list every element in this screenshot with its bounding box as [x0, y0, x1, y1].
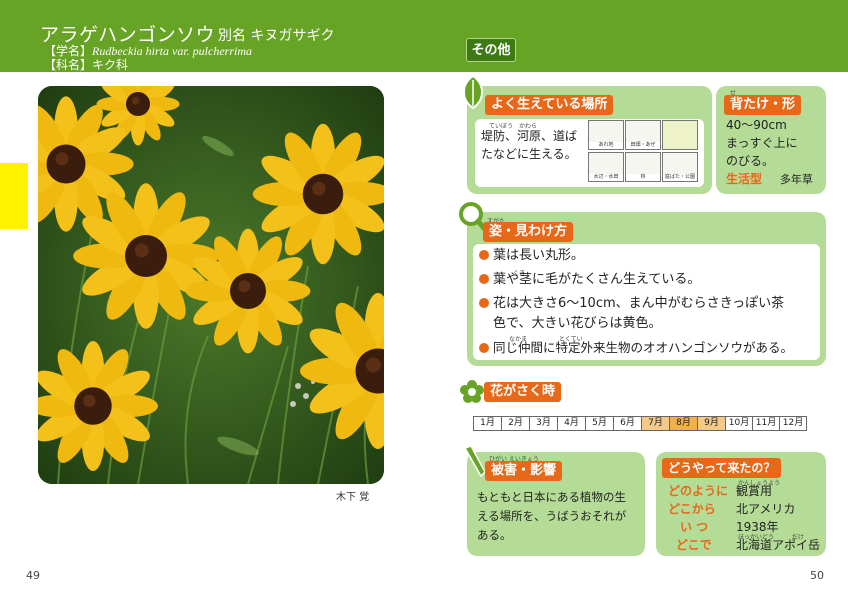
month-cell: 4月: [557, 416, 586, 431]
month-cell: 3月: [529, 416, 558, 431]
flower-photo: [38, 86, 384, 484]
origin-value: 北アメリカ: [736, 502, 796, 516]
month-cell: 11月: [752, 416, 780, 431]
flower-icon: [460, 380, 484, 403]
identify-bullet: 葉や茎に毛がたくさん生えている。: [479, 270, 700, 290]
month-cell-bloom: 8月: [669, 416, 698, 431]
habitat-icon-park: 庭ばた・公園: [662, 152, 698, 182]
habitat-icon-waterside: 水辺・水田: [588, 152, 624, 182]
origin-label: どうやって来たの？: [662, 458, 782, 478]
damage-box: ひがい えいきょう 被害・影響 もともと日本にある植物の生 える場所を、うばうお…: [463, 445, 645, 556]
height-content: 40〜90cm まっすぐ上に のびる。 生活型 多年草: [726, 118, 813, 186]
origin-value: 北海道アポイ岳: [736, 538, 821, 552]
height-label: 背たけ・形: [724, 95, 802, 115]
habitat-text: 堤防、河原、道ば たなどに生える。: [481, 129, 578, 161]
bloom-label: 花がさく時: [484, 382, 562, 402]
origin-key: どのように: [668, 484, 729, 498]
origin-box: どうやって来たの？ どのように かんしょうよう 観賞用 どこから 北アメリカ い…: [656, 452, 826, 556]
habitat-content: ていぼう かわら 堤防、河原、道ば たなどに生える。 あれ地 田畑・あぜ 水辺・…: [475, 119, 704, 187]
identify-box: すがた 姿・見わけ方 葉は長い丸形。 くき 葉や茎に毛がたくさん生えている。 花…: [459, 202, 826, 366]
habitat-icon-wasteland: あれ地: [588, 120, 624, 150]
flower-illustration: [38, 86, 384, 484]
habitat-label: よく生えている場所: [485, 95, 614, 115]
habitat-box: よく生えている場所 ていぼう かわら 堤防、河原、道ば たなどに生える。 あれ地…: [463, 74, 712, 194]
month-cell-bloom: 7月: [641, 416, 670, 431]
origin-value: 観賞用: [736, 484, 773, 498]
page-number-right: 50: [810, 569, 824, 582]
habitat-icon-forest: 林: [625, 152, 661, 182]
origin-key: い つ: [680, 520, 709, 534]
origin-key: どこから: [668, 502, 716, 516]
identify-bullet: 葉は長い丸形。: [479, 246, 584, 266]
pencil-icon: [463, 445, 486, 478]
habitat-icon-field: 田畑・あぜ: [625, 120, 661, 150]
month-cell: 10月: [725, 416, 753, 431]
month-cell: 2月: [501, 416, 530, 431]
identify-content: 葉は長い丸形。 くき 葉や茎に毛がたくさん生えている。 花は大きさ6〜10cm、…: [473, 244, 820, 360]
page-number-left: 49: [26, 569, 40, 582]
origin-content: どのように かんしょうよう 観賞用 どこから 北アメリカ い つ 1938年 ど…: [668, 480, 821, 552]
month-cell: 12月: [779, 416, 807, 431]
month-cell: 1月: [473, 416, 502, 431]
photo-credit: 木下 覚: [336, 492, 370, 503]
damage-label: 被害・影響: [485, 461, 563, 481]
section-tag: その他: [466, 38, 516, 62]
family-name: 【科名】キク科: [44, 58, 129, 72]
damage-content: もともと日本にある植物の生 える場所を、うばうおそれが ある。: [477, 490, 627, 542]
identify-label: 姿・見わけ方: [483, 222, 574, 242]
height-box: 背たけ・形 せ 40〜90cm まっすぐ上に のびる。 生活型 多年草: [716, 86, 826, 194]
identify-bullet: 花は大きさ6〜10cm、まん中がむらさきっぽい茶: [479, 294, 784, 314]
life-form: 生活型 多年草: [726, 172, 813, 186]
height-range: 40〜90cm: [726, 118, 787, 132]
identify-bullet-continued: 色で、大きい花びらは黄色。: [493, 316, 662, 331]
identify-bullet: 同じ仲間に特定外来生物のオオハンゴンソウがある。: [479, 338, 793, 358]
leaf-icon: [463, 74, 483, 110]
page-header: アラゲハンゴンソウ 別名 キヌガサギク 【学名】Rudbeckia hirta …: [0, 0, 848, 72]
month-cell-bloom: 9月: [697, 416, 726, 431]
origin-key: どこで: [676, 538, 712, 552]
habitat-icon-blank: [662, 120, 698, 150]
month-cell: 5月: [585, 416, 614, 431]
month-cell: 6月: [613, 416, 642, 431]
bloom-months: 1月 2月 3月 4月 5月 6月 7月 8月 9月 10月 11月 12月: [473, 416, 807, 431]
yellow-side-tab: [0, 163, 28, 229]
